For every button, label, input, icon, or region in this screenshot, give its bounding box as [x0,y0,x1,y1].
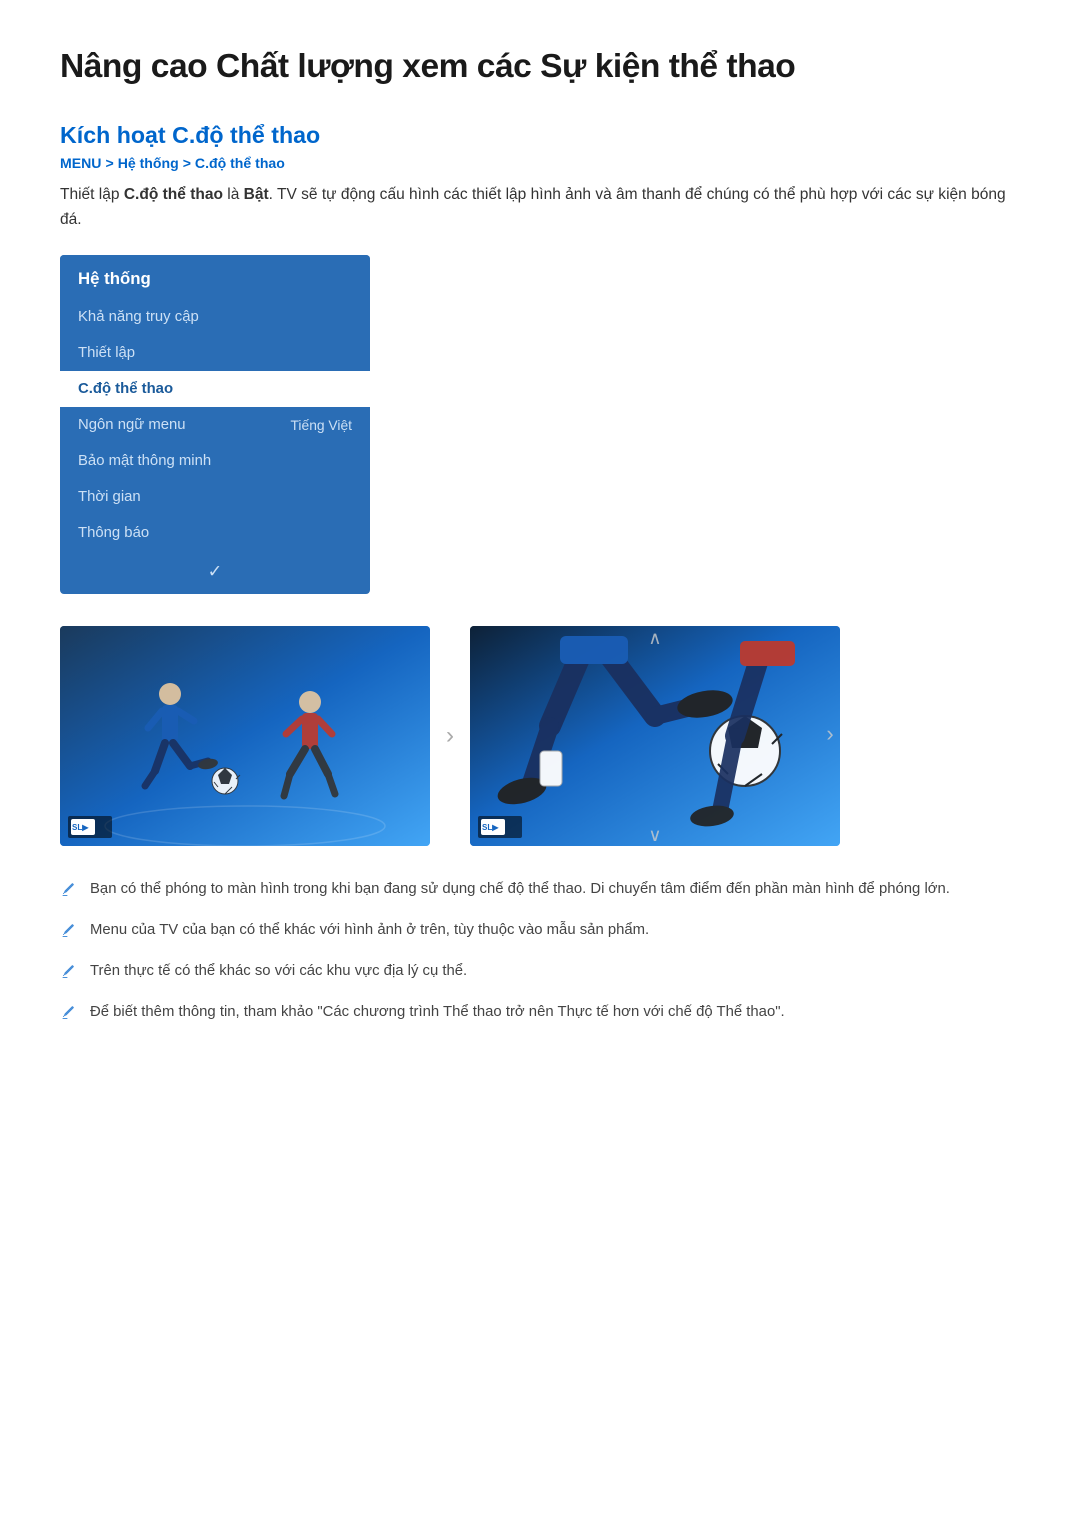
breadcrumb: MENU > Hệ thống > C.độ thể thao [60,155,1020,171]
notes-section: Bạn có thể phóng to màn hình trong khi b… [60,878,1020,1026]
menu-item-sports-mode[interactable]: C.độ thể thao [60,371,370,407]
menu-item-notification[interactable]: Thông báo [60,515,370,551]
menu-item-value: Tiếng Việt [291,417,353,433]
before-image-svg: SL▶ [60,626,430,846]
menu-item-label: C.độ thể thao [78,381,173,397]
menu-item-label: Thời gian [78,489,141,505]
pencil-icon-1 [60,880,78,903]
menu-item-label: Ngôn ngữ menu [78,417,186,433]
pencil-icon-2 [60,921,78,944]
breadcrumb-sep2: > [183,155,191,171]
breadcrumb-item1: Hệ thống [118,155,179,171]
note-item-3: Trên thực tế có thể khác so với các khu … [60,960,1020,985]
section-title: Kích hoạt C.độ thể thao [60,122,1020,149]
svg-text:›: › [826,721,833,746]
menu-item-label: Khả năng truy cập [78,309,199,325]
menu-item-thietlap[interactable]: Thiết lập [60,335,370,371]
svg-text:∧: ∧ [648,628,661,648]
panel-arrow-right: › [440,722,460,750]
intro-text: Thiết lập C.độ thể thao là Bật. TV sẽ tự… [60,183,1020,233]
pencil-icon-4 [60,1003,78,1026]
image-comparison-row: SL▶ › [60,626,1020,846]
menu-item-label: Thông báo [78,525,149,541]
menu-item-label: Thiết lập [78,345,135,361]
page-title: Nâng cao Chất lượng xem các Sự kiện thể … [60,48,1020,86]
note-text-4: Để biết thêm thông tin, tham khảo "Các c… [90,1001,785,1024]
menu-footer: ✓ [60,551,370,594]
note-text-1: Bạn có thể phóng to màn hình trong khi b… [90,878,950,901]
menu-item-label: Bảo mật thông minh [78,453,211,469]
svg-text:SL▶: SL▶ [72,823,89,832]
before-image-panel: SL▶ [60,626,430,846]
svg-text:∨: ∨ [648,825,661,845]
breadcrumb-item2: C.độ thể thao [195,155,285,171]
note-item-2: Menu của TV của bạn có thể khác với hình… [60,919,1020,944]
menu-item-time[interactable]: Thời gian [60,479,370,515]
menu-item-privacy[interactable]: Bảo mật thông minh [60,443,370,479]
menu-panel: Hệ thống Khả năng truy cập Thiết lập C.đ… [60,255,370,594]
note-item-1: Bạn có thể phóng to màn hình trong khi b… [60,878,1020,903]
menu-item-language[interactable]: Ngôn ngữ menu Tiếng Việt [60,407,370,443]
pencil-icon-3 [60,962,78,985]
menu-panel-header: Hệ thống [60,255,370,299]
note-text-3: Trên thực tế có thể khác so với các khu … [90,960,467,983]
note-text-2: Menu của TV của bạn có thể khác với hình… [90,919,649,942]
note-item-4: Để biết thêm thông tin, tham khảo "Các c… [60,1001,1020,1026]
after-image-panel: ∧ ∨ › SL▶ [470,626,840,846]
checkmark-icon: ✓ [208,561,223,582]
after-image-svg: ∧ ∨ › SL▶ [470,626,840,846]
breadcrumb-sep1: > [105,155,113,171]
menu-item-accessibility[interactable]: Khả năng truy cập [60,299,370,335]
svg-text:SL▶: SL▶ [482,823,499,832]
breadcrumb-menu: MENU [60,155,101,171]
